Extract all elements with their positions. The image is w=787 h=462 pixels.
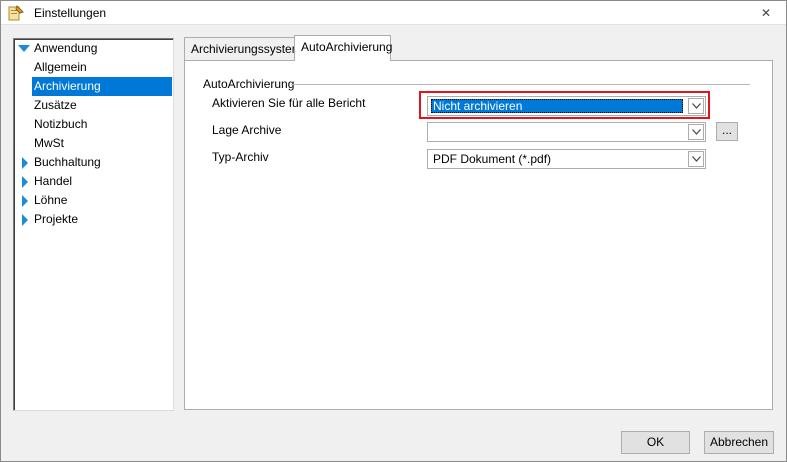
tree-item-allgemein[interactable]: Allgemein: [32, 58, 89, 77]
tree-item-buchhaltung[interactable]: Buchhaltung: [14, 153, 172, 172]
group-divider: [291, 84, 750, 85]
tab-archivierungssystem[interactable]: Archivierungssystem: [184, 37, 302, 60]
chevron-down-icon[interactable]: [688, 98, 704, 114]
activate-select-value: Nicht archivieren: [431, 99, 683, 113]
autoarchivierung-panel: AutoArchivierung Aktivieren Sie für alle…: [184, 60, 773, 410]
window-title: Einstellungen: [34, 6, 107, 20]
tree-item-notizbuch[interactable]: Notizbuch: [32, 115, 89, 134]
expanded-arrow-icon[interactable]: [18, 45, 30, 52]
collapsed-arrow-icon[interactable]: [22, 195, 28, 207]
chevron-down-icon[interactable]: [688, 124, 704, 140]
tree-item-mwst[interactable]: MwSt: [32, 134, 66, 153]
settings-tree[interactable]: Anwendung Allgemein Archivierung Zusätze…: [13, 38, 174, 411]
collapsed-arrow-icon[interactable]: [22, 214, 28, 226]
tree-item-archivierung[interactable]: Archivierung: [32, 77, 172, 96]
app-icon: [8, 5, 24, 21]
tree-item-loehne[interactable]: Löhne: [14, 191, 172, 210]
browse-button[interactable]: ...: [716, 122, 738, 141]
activate-select[interactable]: Nicht archivieren: [427, 96, 706, 116]
tree-item-handel[interactable]: Handel: [14, 172, 172, 191]
tree-item-zusaetze[interactable]: Zusätze: [32, 96, 79, 115]
collapsed-arrow-icon[interactable]: [22, 157, 28, 169]
tree-item-anwendung[interactable]: Anwendung: [14, 39, 172, 58]
archive-location-select[interactable]: [427, 122, 706, 142]
chevron-down-icon[interactable]: [688, 151, 704, 167]
archive-location-label: Lage Archive: [212, 123, 282, 137]
tab-autoarchivierung[interactable]: AutoArchivierung: [294, 35, 392, 61]
archive-type-label: Typ-Archiv: [212, 150, 269, 164]
title-bar[interactable]: Einstellungen ✕: [1, 1, 786, 25]
archive-type-select[interactable]: PDF Dokument (*.pdf): [427, 149, 706, 169]
close-icon[interactable]: ✕: [757, 5, 775, 21]
tree-item-projekte[interactable]: Projekte: [14, 210, 172, 229]
settings-dialog: Einstellungen ✕ Anwendung Allgemein Arch…: [0, 0, 787, 462]
ok-button[interactable]: OK: [621, 431, 690, 454]
cancel-button[interactable]: Abbrechen: [704, 431, 774, 454]
archive-location-value: [431, 125, 435, 139]
collapsed-arrow-icon[interactable]: [22, 176, 28, 188]
activate-label: Aktivieren Sie für alle Bericht: [212, 96, 366, 110]
archive-type-value: PDF Dokument (*.pdf): [433, 152, 552, 166]
group-title: AutoArchivierung: [203, 77, 298, 91]
